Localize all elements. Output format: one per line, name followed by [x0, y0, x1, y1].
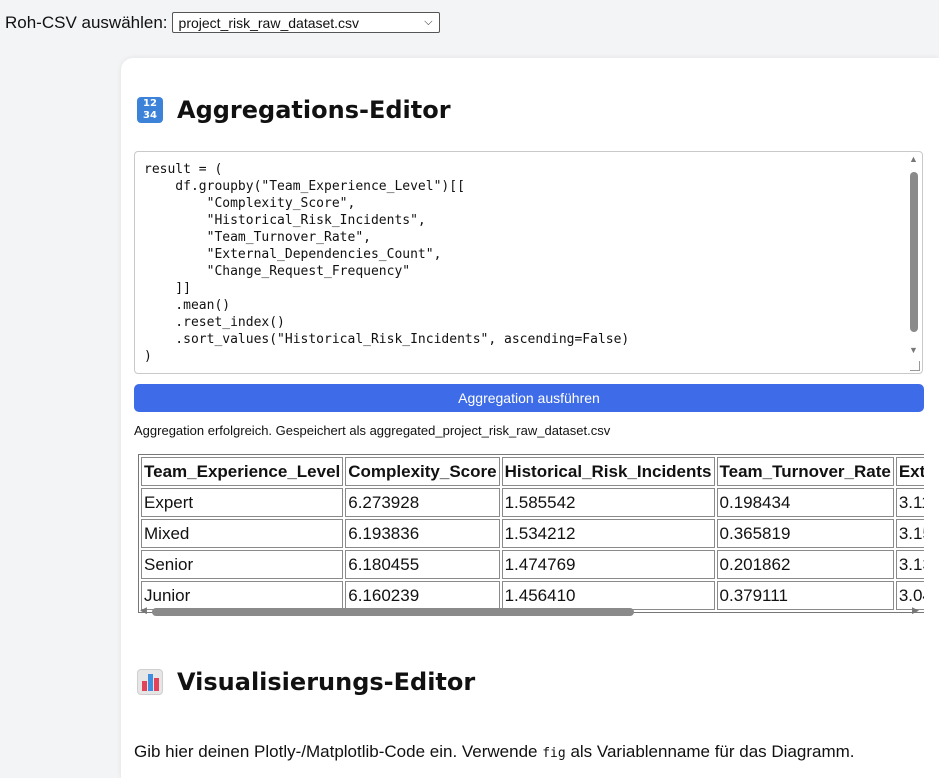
desc-text-before: Gib hier deinen Plotly-/Matplotlib-Code …	[134, 742, 543, 761]
csv-selector: Roh-CSV auswählen: project_risk_raw_data…	[5, 12, 440, 33]
result-table-container: Team_Experience_Level Complexity_Score His…	[138, 454, 924, 621]
table-header-cell: Historical_Risk_Incidents	[501, 457, 715, 486]
table-row: Expert6.2739281.5855420.1984343.1132	[141, 488, 924, 517]
table-header-cell: External_Dependencies_Count	[895, 457, 924, 486]
visualization-title-text: Visualisierungs-Editor	[177, 668, 476, 696]
table-cell: 1.474769	[501, 550, 715, 579]
table-cell: Expert	[141, 488, 344, 517]
table-cell: 1.534212	[501, 519, 715, 548]
visualization-section-title: Visualisierungs-Editor	[137, 668, 475, 696]
result-table: Team_Experience_Level Complexity_Score His…	[138, 454, 924, 613]
chevron-down-icon: ⌵	[424, 16, 433, 28]
aggregation-code[interactable]: result = ( df.groupby("Team_Experience_L…	[144, 161, 629, 365]
table-cell: 1.585542	[501, 488, 715, 517]
visualization-description: Gib hier deinen Plotly-/Matplotlib-Code …	[134, 742, 855, 762]
numbers-icon: 12 34	[137, 97, 163, 123]
scroll-left-icon[interactable]: ◀	[140, 605, 147, 616]
main-card: 12 34 Aggregations-Editor result = ( df.g…	[121, 58, 939, 778]
scroll-up-icon[interactable]: ▲	[909, 154, 918, 164]
scroll-down-icon[interactable]: ▼	[909, 345, 918, 355]
table-scroll-thumb[interactable]	[152, 608, 634, 616]
table-cell: 6.273928	[345, 488, 500, 517]
editor-scroll-thumb[interactable]	[910, 172, 918, 332]
table-horizontal-scrollbar[interactable]: ◀ ▶	[138, 604, 924, 618]
table-cell: 6.193836	[345, 519, 500, 548]
scroll-right-icon[interactable]: ▶	[912, 605, 919, 616]
run-aggregation-button[interactable]: Aggregation ausführen	[134, 384, 924, 412]
table-row: Senior6.1804551.4747690.2018623.1385	[141, 550, 924, 579]
resize-grip-icon[interactable]	[910, 361, 920, 371]
desc-code-fig: fig	[542, 746, 566, 761]
table-cell: Senior	[141, 550, 344, 579]
table-header-row: Team_Experience_Level Complexity_Score His…	[141, 457, 924, 486]
table-cell: 3.1132	[895, 488, 924, 517]
table-cell: 0.198434	[716, 488, 894, 517]
table-header-cell: Complexity_Score	[345, 457, 500, 486]
csv-file-select[interactable]: project_risk_raw_dataset.csv ⌵	[171, 12, 440, 33]
aggregation-code-editor[interactable]: result = ( df.groupby("Team_Experience_L…	[134, 151, 923, 374]
table-cell: 3.1531	[895, 519, 924, 548]
aggregation-status: Aggregation erfolgreich. Gespeichert als…	[134, 423, 611, 438]
csv-select-value: project_risk_raw_dataset.csv	[178, 14, 360, 31]
aggregation-title-text: Aggregations-Editor	[177, 96, 451, 124]
table-cell: 3.1385	[895, 550, 924, 579]
table-cell: Mixed	[141, 519, 344, 548]
aggregation-section-title: 12 34 Aggregations-Editor	[137, 96, 451, 124]
bar-chart-icon	[137, 669, 163, 695]
desc-text-after: als Variablenname für das Diagramm.	[565, 742, 855, 761]
table-header-cell: Team_Experience_Level	[141, 457, 344, 486]
table-row: Mixed6.1938361.5342120.3658193.1531	[141, 519, 924, 548]
editor-vertical-scrollbar[interactable]: ▲ ▼	[907, 154, 921, 372]
table-cell: 6.180455	[345, 550, 500, 579]
table-header-cell: Team_Turnover_Rate	[716, 457, 894, 486]
csv-select-label: Roh-CSV auswählen:	[5, 12, 168, 32]
table-cell: 0.365819	[716, 519, 894, 548]
table-cell: 0.201862	[716, 550, 894, 579]
